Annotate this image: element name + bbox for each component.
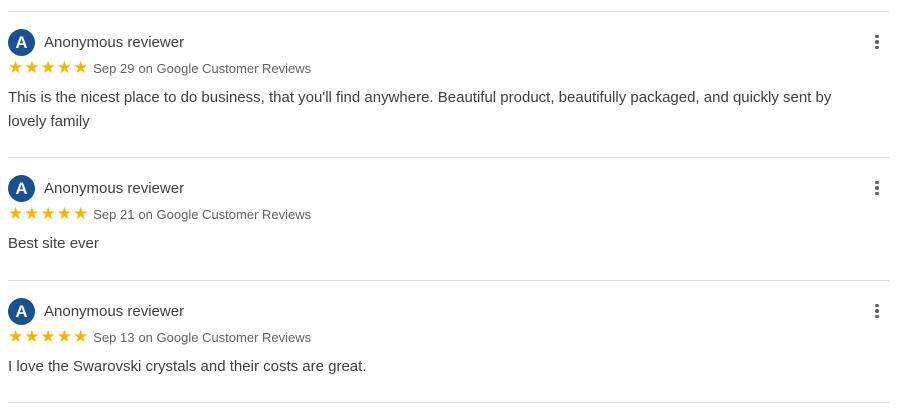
- reviews-list: A Anonymous reviewer ★ ★ ★ ★ ★ Sep 29 on…: [0, 11, 889, 403]
- star-icon: ★: [8, 57, 24, 78]
- review-date: Sep 13: [93, 329, 135, 345]
- star-icon: ★: [24, 326, 40, 347]
- review-source: on Google Customer Reviews: [138, 60, 312, 76]
- review-date: Sep 29: [93, 60, 135, 76]
- more-vert-icon-dot: [875, 191, 879, 196]
- review-text: This is the nicest place to do business,…: [8, 89, 832, 130]
- star-icon: ★: [73, 57, 89, 78]
- review-date: Sep 21: [93, 206, 135, 222]
- more-vert-icon-dot: [875, 45, 879, 50]
- review-source: on Google Customer Reviews: [138, 206, 312, 222]
- star-icon: ★: [24, 203, 40, 224]
- more-options-button[interactable]: [869, 176, 885, 200]
- review-item: A Anonymous reviewer ★ ★ ★ ★ ★ Sep 21 on…: [0, 158, 889, 280]
- star-icon: ★: [73, 326, 89, 347]
- star-icon: ★: [56, 57, 72, 78]
- review-header: A Anonymous reviewer: [8, 173, 889, 203]
- rating-row: ★ ★ ★ ★ ★ Sep 21 on Google Customer Revi…: [8, 203, 889, 225]
- star-icon: ★: [73, 203, 89, 224]
- star-icon: ★: [40, 326, 56, 347]
- star-icon: ★: [40, 57, 56, 78]
- more-options-button[interactable]: [869, 30, 885, 54]
- star-icon: ★: [8, 326, 24, 347]
- avatar: A: [8, 174, 35, 202]
- rating-row: ★ ★ ★ ★ ★ Sep 13 on Google Customer Revi…: [8, 326, 889, 348]
- more-vert-icon-dot: [875, 314, 879, 319]
- avatar: A: [8, 297, 35, 325]
- star-icon: ★: [56, 203, 72, 224]
- star-rating: ★ ★ ★ ★ ★: [8, 326, 89, 347]
- star-icon: ★: [56, 326, 72, 347]
- more-vert-icon: [875, 180, 879, 185]
- star-icon: ★: [8, 203, 24, 224]
- star-icon: ★: [24, 57, 40, 78]
- more-options-button[interactable]: [869, 299, 885, 323]
- review-item: A Anonymous reviewer ★ ★ ★ ★ ★ Sep 29 on…: [0, 12, 889, 157]
- review-text: I love the Swarovski crystals and their …: [8, 358, 367, 375]
- avatar: A: [8, 28, 35, 56]
- more-vert-icon: [875, 303, 879, 308]
- star-rating: ★ ★ ★ ★ ★: [8, 57, 89, 78]
- star-rating: ★ ★ ★ ★ ★: [8, 203, 89, 224]
- more-vert-icon-dot: [875, 186, 879, 190]
- review-item: A Anonymous reviewer ★ ★ ★ ★ ★ Sep 13 on…: [0, 281, 889, 402]
- star-icon: ★: [40, 203, 56, 224]
- more-vert-icon-dot: [875, 309, 879, 313]
- reviewer-name: Anonymous reviewer: [44, 302, 185, 320]
- review-source: on Google Customer Reviews: [138, 329, 312, 345]
- review-header: A Anonymous reviewer: [8, 27, 889, 57]
- reviewer-name: Anonymous reviewer: [44, 179, 185, 197]
- review-header: A Anonymous reviewer: [8, 296, 889, 326]
- divider: [8, 402, 889, 403]
- more-vert-icon: [875, 34, 879, 39]
- review-text: Best site ever: [8, 235, 99, 252]
- reviewer-name: Anonymous reviewer: [44, 33, 185, 51]
- more-vert-icon-dot: [875, 40, 879, 44]
- rating-row: ★ ★ ★ ★ ★ Sep 29 on Google Customer Revi…: [8, 57, 889, 79]
